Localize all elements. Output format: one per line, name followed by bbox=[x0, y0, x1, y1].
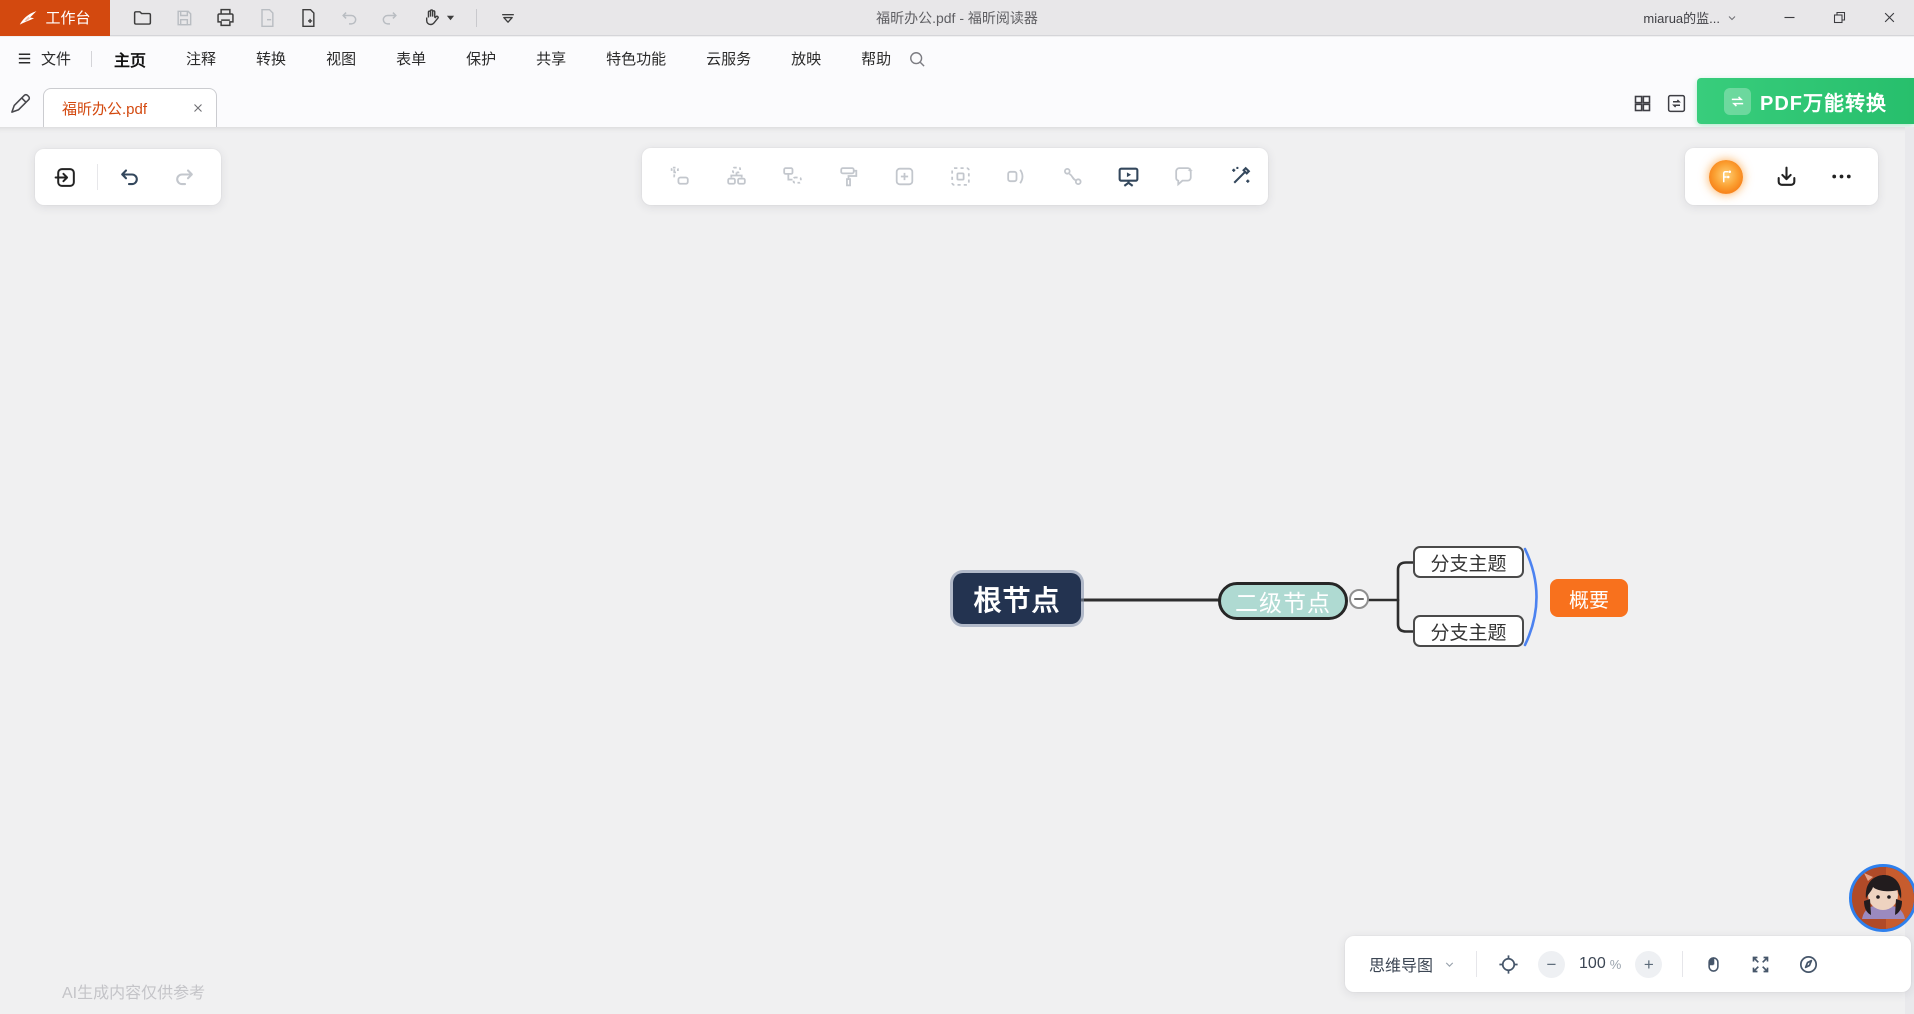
hamburger-icon bbox=[16, 50, 33, 67]
download-icon[interactable] bbox=[1774, 164, 1799, 189]
account-menu[interactable]: miarua的监... bbox=[1643, 8, 1738, 27]
zoom-unit-label: % bbox=[1610, 957, 1622, 972]
add-parent-node-icon bbox=[780, 164, 805, 189]
toolbar-divider bbox=[476, 9, 477, 27]
mouse-mode-icon[interactable] bbox=[1703, 954, 1724, 975]
menu-item-convert[interactable]: 转换 bbox=[256, 48, 286, 69]
mindmap-root-node[interactable]: 根节点 bbox=[953, 573, 1081, 624]
mindmap-branch-node-bottom[interactable]: 分支主题 bbox=[1413, 615, 1524, 647]
pdf-convert-button[interactable]: PDF万能转换 bbox=[1697, 78, 1914, 124]
ai-magic-icon[interactable] bbox=[1228, 164, 1253, 189]
ai-disclaimer: AI生成内容仅供参考 bbox=[62, 979, 205, 1003]
tab-grid-view-icon[interactable] bbox=[1632, 93, 1653, 114]
zoom-in-button[interactable]: + bbox=[1635, 951, 1662, 978]
insert-node-icon bbox=[892, 164, 917, 189]
open-file-icon[interactable] bbox=[132, 7, 153, 28]
minimize-button[interactable] bbox=[1764, 0, 1814, 36]
menu-items: 主页 注释 转换 视图 表单 保护 共享 特色功能 云服务 放映 帮助 bbox=[114, 47, 891, 71]
mindmap-summary-node[interactable]: 概要 bbox=[1550, 579, 1628, 617]
export-page-icon bbox=[257, 8, 277, 28]
titlebar-right: miarua的监... bbox=[1643, 0, 1914, 36]
fit-screen-icon[interactable] bbox=[1750, 954, 1771, 975]
menu-file[interactable]: 文件 bbox=[16, 48, 71, 69]
account-name: miarua的监... bbox=[1643, 8, 1720, 27]
new-document-icon[interactable] bbox=[298, 8, 318, 28]
redo-icon bbox=[380, 8, 400, 28]
format-painter-icon bbox=[836, 164, 861, 189]
title-bar: 工作台 福昕办公.pdf - 福昕阅读器 miarua的监... bbox=[0, 0, 1914, 36]
mindmap-branch-node-top[interactable]: 分支主题 bbox=[1413, 546, 1524, 578]
compass-icon[interactable] bbox=[1797, 953, 1820, 976]
close-button[interactable] bbox=[1864, 0, 1914, 36]
menu-item-home[interactable]: 主页 bbox=[114, 47, 146, 71]
toolbar-divider bbox=[97, 164, 98, 190]
menu-divider bbox=[91, 51, 92, 67]
add-child-node-icon bbox=[724, 164, 749, 189]
undo-icon bbox=[339, 8, 359, 28]
user-avatar[interactable] bbox=[1849, 864, 1914, 932]
convert-badge-icon bbox=[1724, 88, 1751, 115]
avatar-image bbox=[1852, 867, 1914, 929]
tab-bar: 福昕办公.pdf PDF万能转换 bbox=[0, 80, 1914, 127]
menu-item-comment[interactable]: 注释 bbox=[186, 48, 216, 69]
mindmap-secondary-node[interactable]: 二级节点 bbox=[1218, 582, 1348, 620]
quick-toolbar bbox=[132, 7, 518, 28]
search-icon[interactable] bbox=[907, 49, 927, 69]
convert-button-label: PDF万能转换 bbox=[1760, 87, 1887, 116]
chevron-down-icon bbox=[1443, 958, 1456, 971]
view-mode-label: 思维导图 bbox=[1369, 952, 1433, 976]
add-summary-icon bbox=[1004, 164, 1029, 189]
exit-mindmap-icon[interactable] bbox=[53, 165, 78, 190]
mindmap-canvas[interactable]: 根节点 二级节点 分支主题 分支主题 概要 思维导图 − 100 % + bbox=[0, 127, 1914, 1014]
menu-item-slideshow[interactable]: 放映 bbox=[791, 48, 821, 69]
add-sibling-node-icon bbox=[668, 164, 693, 189]
more-options-icon[interactable] bbox=[1829, 164, 1854, 189]
locate-center-icon[interactable] bbox=[1497, 953, 1520, 976]
save-icon bbox=[174, 8, 194, 28]
document-tab[interactable]: 福昕办公.pdf bbox=[43, 88, 217, 127]
menu-item-share[interactable]: 共享 bbox=[536, 48, 566, 69]
zoom-out-button[interactable]: − bbox=[1538, 951, 1565, 978]
menu-item-form[interactable]: 表单 bbox=[396, 48, 426, 69]
view-control-bar: 思维导图 − 100 % + bbox=[1345, 936, 1911, 992]
minus-icon bbox=[1354, 598, 1364, 600]
ai-assistant-button[interactable] bbox=[1709, 160, 1743, 194]
edit-pencil-icon[interactable] bbox=[9, 92, 32, 115]
tab-title: 福昕办公.pdf bbox=[62, 98, 192, 119]
collapse-node-button[interactable] bbox=[1349, 589, 1369, 609]
workspace-label: 工作台 bbox=[45, 7, 90, 28]
tab-close-icon[interactable] bbox=[192, 102, 204, 114]
zoom-level-value: 100 bbox=[1579, 955, 1606, 973]
select-area-icon bbox=[948, 164, 973, 189]
ai-export-toolbar bbox=[1685, 148, 1878, 205]
menu-file-label: 文件 bbox=[41, 48, 71, 69]
node-edit-toolbar bbox=[642, 148, 1268, 205]
menu-bar: 文件 主页 注释 转换 视图 表单 保护 共享 特色功能 云服务 放映 帮助 bbox=[0, 37, 1914, 80]
menu-item-view[interactable]: 视图 bbox=[326, 48, 356, 69]
menu-item-cloud[interactable]: 云服务 bbox=[706, 48, 751, 69]
control-divider bbox=[1682, 951, 1683, 977]
presentation-icon[interactable] bbox=[1116, 164, 1141, 189]
mindmap-undo-icon[interactable] bbox=[117, 165, 141, 189]
mindmap-redo-icon bbox=[173, 165, 197, 189]
print-icon[interactable] bbox=[215, 7, 236, 28]
menu-item-features[interactable]: 特色功能 bbox=[606, 48, 666, 69]
menu-item-help[interactable]: 帮助 bbox=[861, 48, 891, 69]
control-divider bbox=[1476, 951, 1477, 977]
tab-switch-icon[interactable] bbox=[1666, 93, 1687, 114]
foxit-logo-icon bbox=[19, 8, 38, 27]
view-mode-select[interactable]: 思维导图 bbox=[1369, 952, 1456, 976]
add-relation-icon bbox=[1060, 164, 1085, 189]
ai-comment-icon[interactable] bbox=[1172, 164, 1197, 189]
restore-button[interactable] bbox=[1814, 0, 1864, 36]
chevron-down-icon bbox=[1726, 12, 1738, 24]
exit-undo-toolbar bbox=[35, 149, 221, 205]
workspace-button[interactable]: 工作台 bbox=[0, 0, 110, 36]
hand-tool-icon[interactable] bbox=[421, 7, 455, 28]
collapse-toolbar-icon[interactable] bbox=[498, 8, 518, 28]
menu-item-protect[interactable]: 保护 bbox=[466, 48, 496, 69]
